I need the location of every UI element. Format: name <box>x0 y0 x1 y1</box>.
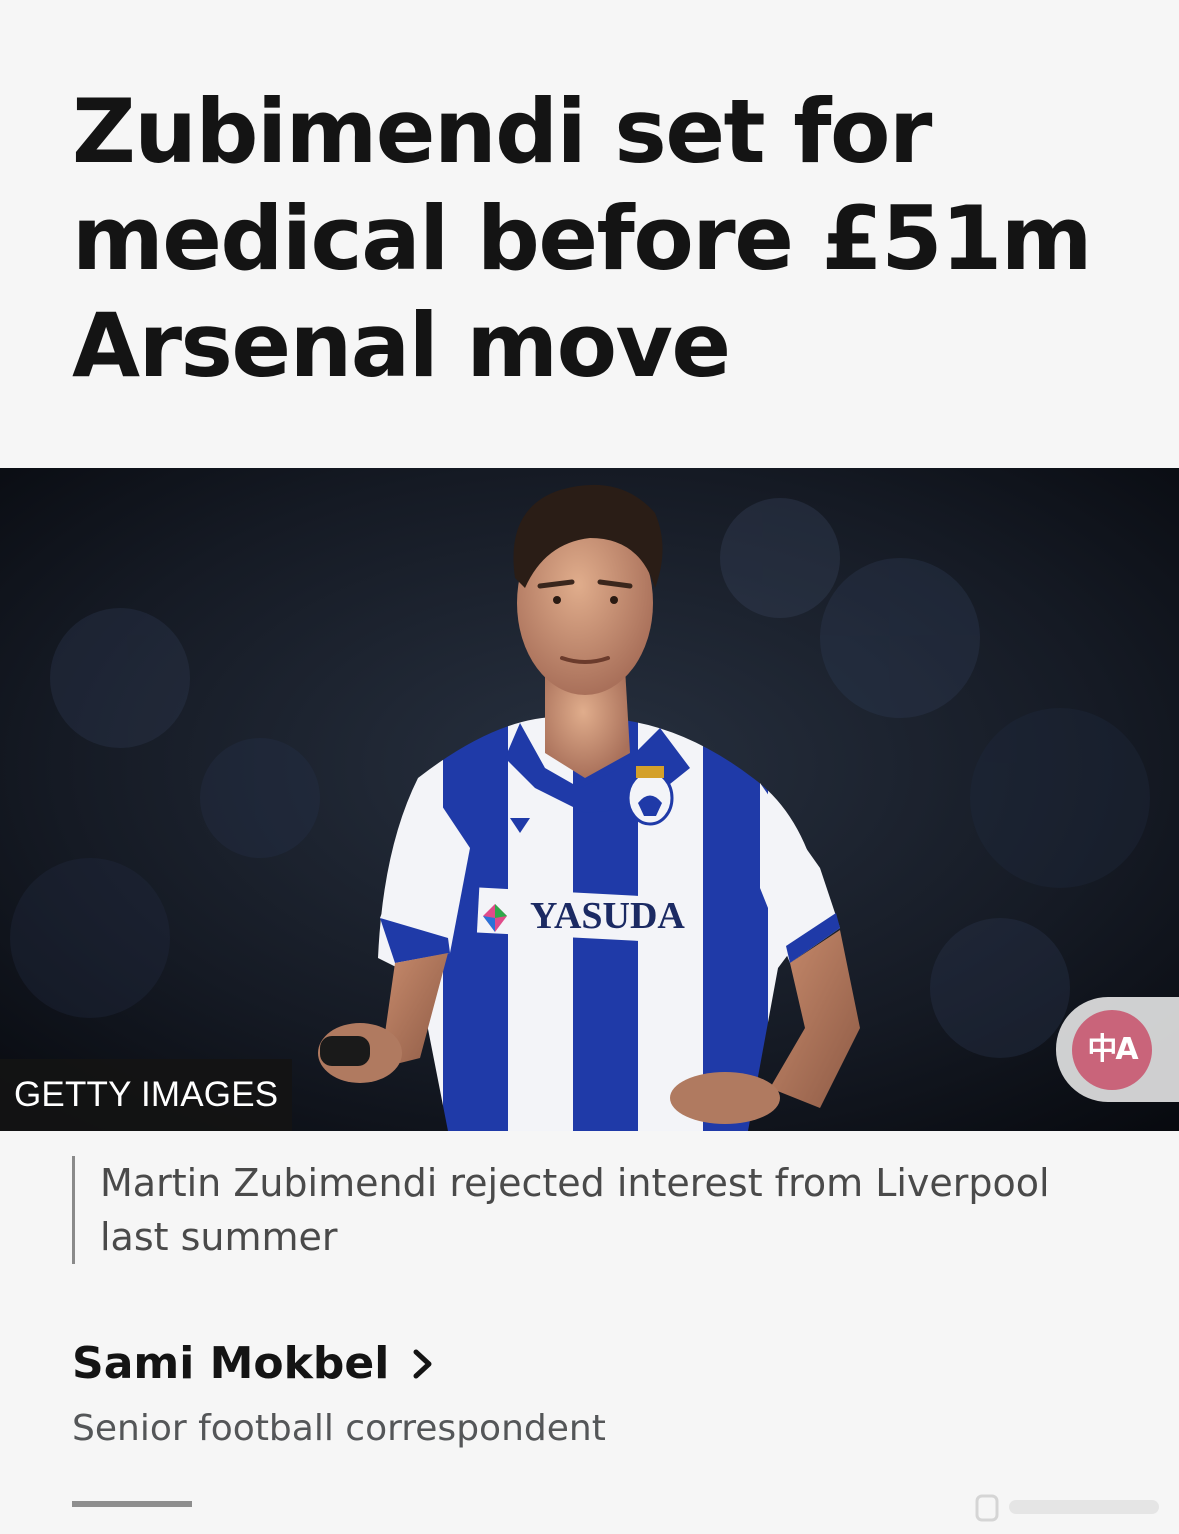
translate-icon: 中A <box>1072 1010 1152 1090</box>
translate-button[interactable]: 中A <box>1056 997 1179 1102</box>
watermark-logo <box>975 1494 1159 1522</box>
image-credit: GETTY IMAGES <box>0 1059 293 1131</box>
article-page: Zubimendi set for medical before £51m Ar… <box>0 0 1179 1534</box>
article-headline: Zubimendi set for medical before £51m Ar… <box>72 80 1092 397</box>
author-link[interactable]: Sami Mokbel <box>72 1334 439 1394</box>
hero-image[interactable]: YASUDA GETTY IMAGES <box>0 468 1179 1131</box>
image-caption: Martin Zubimendi rejected interest from … <box>72 1156 1120 1264</box>
author-role: Senior football correspondent <box>72 1408 606 1449</box>
chevron-right-icon <box>413 1349 432 1379</box>
player-photo: YASUDA <box>0 468 1179 1131</box>
section-divider <box>72 1501 192 1507</box>
shirt-sponsor-text: YASUDA <box>530 895 685 937</box>
author-name: Sami Mokbel <box>72 1338 390 1389</box>
